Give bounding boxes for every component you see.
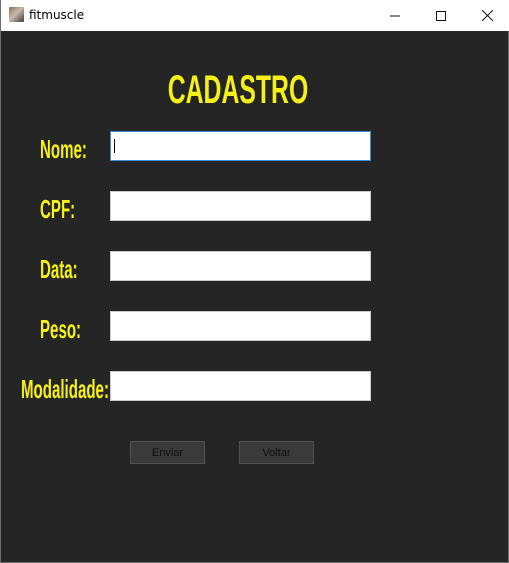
- data-label: Data:: [40, 254, 78, 284]
- peso-label: Peso:: [40, 314, 82, 344]
- close-icon: [481, 10, 493, 21]
- cpf-label: CPF:: [40, 194, 76, 224]
- window-title: fitmuscle: [29, 8, 85, 22]
- app-photo-icon: [9, 7, 24, 22]
- minimize-icon: [390, 15, 400, 16]
- nome-label: Nome:: [40, 134, 87, 164]
- minimize-button[interactable]: [372, 0, 418, 31]
- cpf-field[interactable]: [110, 191, 371, 221]
- page-title: CADASTRO: [167, 68, 309, 112]
- maximize-button[interactable]: [418, 0, 464, 31]
- data-field[interactable]: [110, 251, 371, 281]
- form-panel: CADASTRO Nome: CPF: Data: Peso: Modalida…: [1, 31, 509, 563]
- modalidade-label: Modalidade:: [21, 374, 109, 404]
- enviar-button[interactable]: Enviar: [130, 441, 205, 464]
- text-caret: [114, 139, 115, 153]
- maximize-icon: [436, 10, 446, 21]
- nome-field[interactable]: [110, 131, 371, 161]
- modalidade-field[interactable]: [110, 371, 371, 401]
- peso-field[interactable]: [110, 311, 371, 341]
- voltar-button[interactable]: Voltar: [239, 441, 314, 464]
- close-button[interactable]: [464, 0, 509, 31]
- title-bar[interactable]: fitmuscle: [1, 0, 509, 31]
- app-window: fitmuscle CADASTRO Nome: CPF: Data: Peso…: [0, 0, 509, 563]
